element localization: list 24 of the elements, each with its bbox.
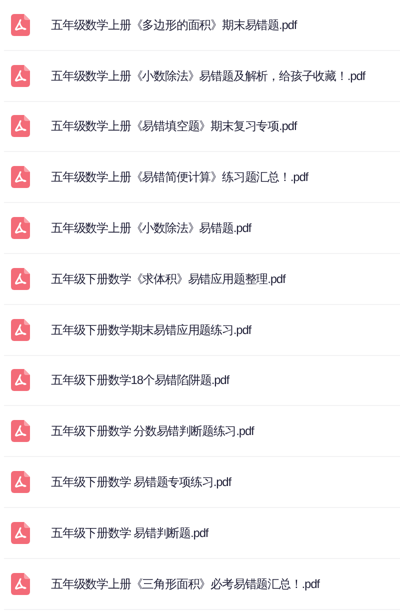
file-name[interactable]: 五年级数学上册《易错简便计算》练习题汇总！.pdf (51, 168, 308, 186)
pdf-file-icon (11, 115, 30, 138)
pdf-file-icon (11, 420, 30, 442)
pdf-file-icon (11, 369, 30, 392)
file-name[interactable]: 五年级数学上册《易错填空题》期末复习专项.pdf (51, 117, 297, 136)
pdf-file-icon (11, 14, 30, 36)
file-name[interactable]: 五年级数学上册《多边形的面积》期末易错题.pdf (51, 16, 297, 34)
pdf-file-icon (11, 268, 30, 290)
pdf-file-icon (11, 318, 30, 341)
pdf-file-icon (11, 64, 30, 87)
file-name[interactable]: 五年级数学上册《三角形面积》必考易错题汇总！.pdf (51, 574, 320, 593)
file-name[interactable]: 五年级数学上册《小数除法》易错题及解析，给孩子收藏！.pdf (51, 66, 366, 85)
file-name[interactable]: 五年级下册数学 易错判断题.pdf (51, 524, 208, 542)
file-name[interactable]: 五年级数学上册《小数除法》易错题.pdf (51, 219, 252, 238)
file-name[interactable]: 五年级下册数学《求体积》易错应用题整理.pdf (51, 270, 286, 288)
file-name[interactable]: 五年级下册数学18个易错陷阱题.pdf (51, 371, 229, 390)
pdf-file-icon (11, 217, 30, 240)
pdf-file-icon (11, 522, 30, 544)
file-name[interactable]: 五年级下册数学 分数易错判断题练习.pdf (51, 422, 254, 440)
file-name[interactable]: 五年级下册数学 易错题专项练习.pdf (51, 473, 231, 492)
file-name[interactable]: 五年级下册数学期末易错应用题练习.pdf (51, 320, 252, 339)
pdf-file-icon (11, 471, 30, 494)
pdf-file-icon (11, 166, 30, 188)
pdf-file-icon (11, 572, 30, 595)
